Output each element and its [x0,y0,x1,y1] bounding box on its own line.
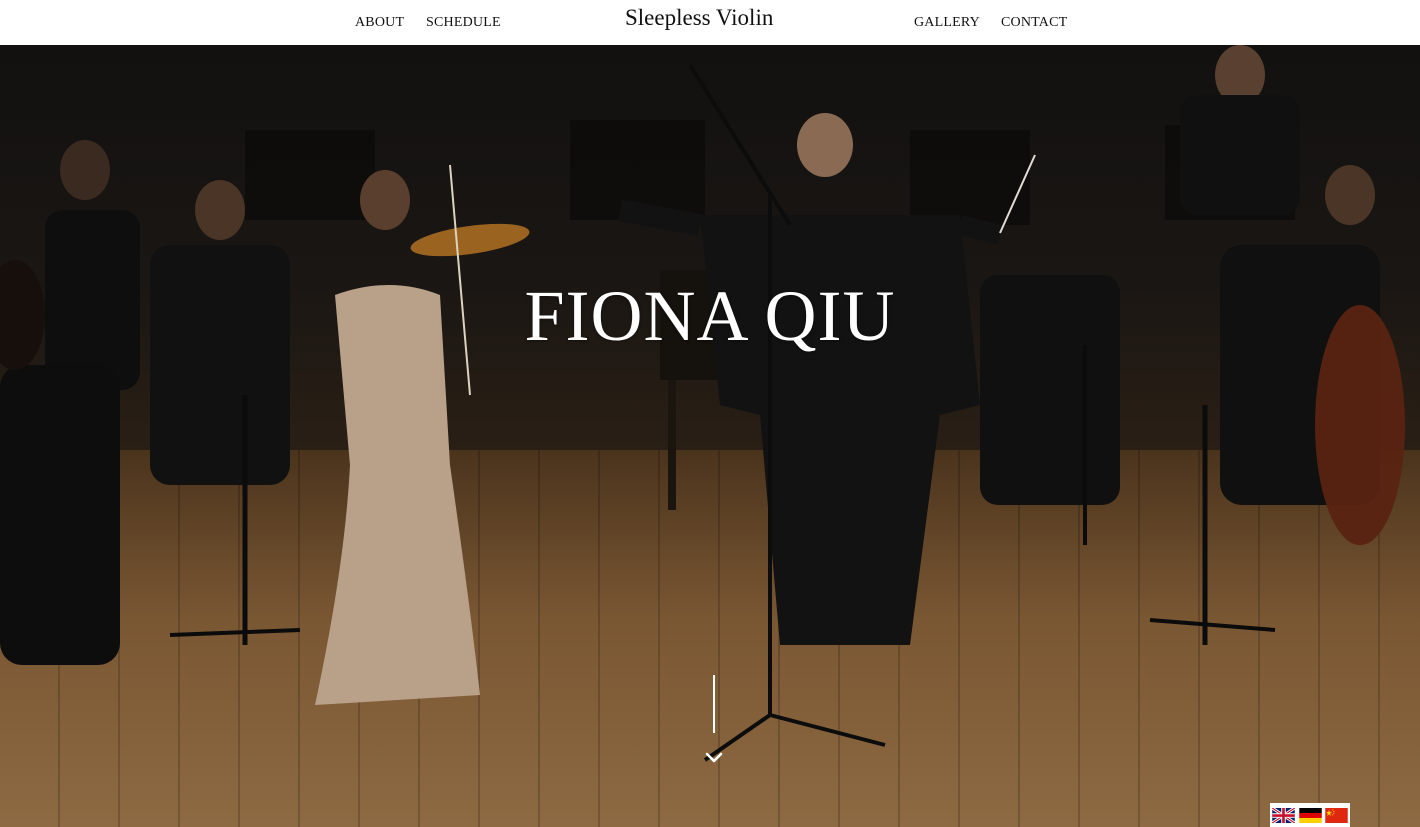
scroll-indicator-line [713,675,715,733]
hero-banner: FIONA QIU [0,45,1420,827]
nav-link-about[interactable]: ABOUT [355,15,404,31]
orchestra-photo [0,45,1405,762]
top-navigation-bar: ABOUT SCHEDULE Sleepless Violin GALLERY … [0,0,1420,45]
hero-title: FIONA QIU [524,276,896,356]
language-switcher [1270,803,1350,827]
uk-flag-icon[interactable] [1272,808,1295,823]
site-brand[interactable]: Sleepless Violin [625,5,773,31]
chevron-down-icon[interactable] [704,751,724,765]
nav-link-gallery[interactable]: GALLERY [914,15,980,31]
german-flag-icon[interactable] [1299,808,1322,823]
nav-link-schedule[interactable]: SCHEDULE [426,15,501,31]
nav-link-contact[interactable]: CONTACT [1001,15,1067,31]
chinese-flag-icon[interactable] [1325,808,1348,823]
